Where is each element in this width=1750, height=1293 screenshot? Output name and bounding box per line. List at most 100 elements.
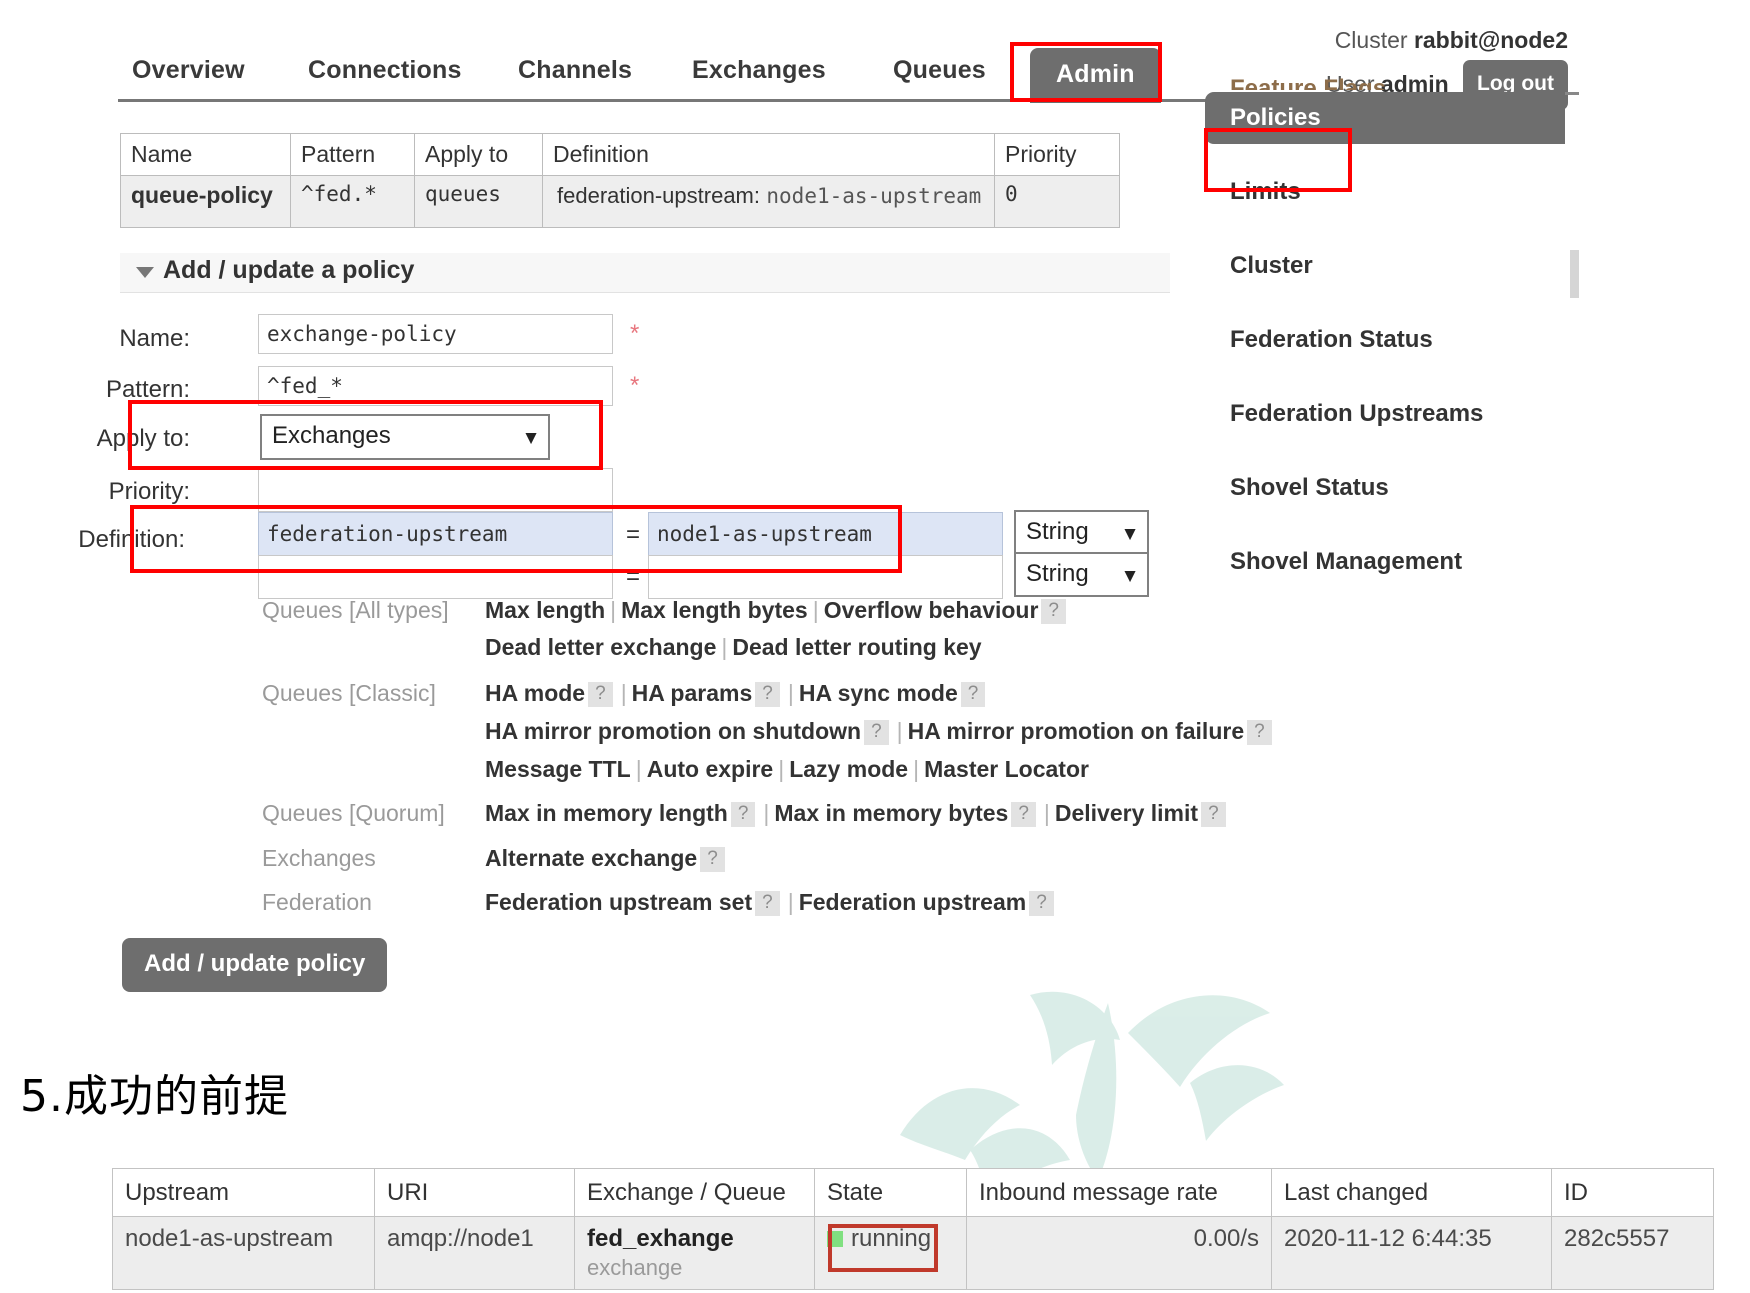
apply-to-select-value: Exchanges (272, 422, 391, 449)
help-icon[interactable]: ? (755, 891, 780, 916)
hint-link-max-in-memory-length[interactable]: Max in memory length (485, 800, 728, 826)
help-icon[interactable]: ? (1029, 891, 1054, 916)
definition-key-input-1[interactable] (258, 512, 613, 556)
help-icon[interactable]: ? (1247, 720, 1272, 745)
chevron-down-icon: ▾ (1124, 564, 1135, 586)
hint-separator: | (721, 634, 728, 660)
hint-link-ha-mode[interactable]: HA mode (485, 680, 585, 706)
name-input[interactable] (258, 314, 613, 354)
hint-link-max-length[interactable]: Max length (485, 597, 605, 623)
help-icon[interactable]: ? (1201, 802, 1226, 827)
table-row[interactable]: node1-as-upstream amqp://node1 fed_exhan… (112, 1216, 1714, 1290)
hint-link-ha-mirror-promotion-failure[interactable]: HA mirror promotion on failure (908, 718, 1245, 744)
admin-sidebar: Feature Flags Policies Limits Cluster Fe… (1205, 76, 1565, 610)
table-header-row: Upstream URI Exchange / Queue State Inbo… (112, 1168, 1714, 1217)
cell-policy-apply-to: queues (414, 175, 543, 228)
hint-row-queues-classic-1: HA mode? | HA params? | HA sync mode? (485, 680, 988, 707)
sidebar-item-cluster[interactable]: Cluster (1205, 240, 1565, 292)
hint-link-federation-upstream-set[interactable]: Federation upstream set (485, 889, 752, 915)
col-state[interactable]: State (814, 1168, 967, 1217)
col-uri[interactable]: URI (374, 1168, 575, 1217)
nav-item-admin[interactable]: Admin (1030, 48, 1161, 103)
hint-link-alternate-exchange[interactable]: Alternate exchange (485, 845, 697, 871)
help-icon[interactable]: ? (960, 682, 986, 707)
add-policy-section-title: Add / update a policy (163, 256, 415, 284)
hint-link-lazy-mode[interactable]: Lazy mode (789, 756, 908, 782)
sidebar-scrollbar[interactable] (1570, 250, 1579, 298)
nav-item-queues[interactable]: Queues (893, 56, 986, 85)
col-pattern[interactable]: Pattern (290, 133, 415, 176)
hint-link-delivery-limit[interactable]: Delivery limit (1055, 800, 1198, 826)
pattern-input[interactable] (258, 366, 613, 406)
priority-label: Priority: (108, 478, 190, 505)
col-id[interactable]: ID (1551, 1168, 1714, 1217)
definition-value-input-2[interactable] (648, 555, 1003, 599)
hint-link-overflow-behaviour[interactable]: Overflow behaviour (824, 597, 1039, 623)
apply-to-select[interactable]: Exchanges ▾ (260, 414, 550, 460)
hint-link-auto-expire[interactable]: Auto expire (647, 756, 774, 782)
help-icon[interactable]: ? (1011, 802, 1036, 827)
col-definition[interactable]: Definition (542, 133, 995, 176)
chevron-down-icon[interactable] (136, 267, 154, 278)
cell-uri: amqp://node1 (374, 1216, 575, 1290)
help-icon[interactable]: ? (700, 847, 725, 872)
cell-last-changed: 2020-11-12 6:44:35 (1271, 1216, 1552, 1290)
sidebar-item-federation-status[interactable]: Federation Status (1205, 314, 1565, 366)
hint-separator: | (778, 756, 785, 782)
hint-link-message-ttl[interactable]: Message TTL (485, 756, 631, 782)
page-root: Overview Connections Channels Exchanges … (0, 0, 1750, 1293)
nav-item-channels[interactable]: Channels (518, 56, 632, 85)
sidebar-item-limits[interactable]: Limits (1205, 166, 1565, 218)
hint-separator: | (787, 680, 794, 706)
hint-link-ha-mirror-promotion-shutdown[interactable]: HA mirror promotion on shutdown (485, 718, 861, 744)
hint-link-max-in-memory-bytes[interactable]: Max in memory bytes (774, 800, 1008, 826)
sidebar-item-shovel-status[interactable]: Shovel Status (1205, 462, 1565, 514)
hint-separator: | (787, 889, 794, 915)
chevron-down-icon: ▾ (1124, 522, 1135, 544)
hint-link-max-length-bytes[interactable]: Max length bytes (621, 597, 808, 623)
col-last-changed[interactable]: Last changed (1271, 1168, 1552, 1217)
sidebar-item-shovel-management[interactable]: Shovel Management (1205, 536, 1565, 588)
help-icon[interactable]: ? (864, 720, 889, 745)
help-icon[interactable]: ? (588, 682, 613, 707)
nav-item-connections[interactable]: Connections (308, 56, 462, 85)
table-row[interactable]: queue-policy ^fed.* queues federation-up… (120, 175, 1120, 228)
sidebar-item-policies[interactable]: Policies (1205, 92, 1565, 144)
definition-value: node1-as-upstream (766, 184, 982, 208)
help-icon[interactable]: ? (1041, 599, 1066, 624)
definition-key-input-2[interactable] (258, 555, 613, 599)
col-inbound-rate[interactable]: Inbound message rate (966, 1168, 1272, 1217)
hint-row-queues-all-1: Max length | Max length bytes | Overflow beh… (485, 597, 1069, 624)
col-exchange-queue[interactable]: Exchange / Queue (574, 1168, 815, 1217)
definition-type-select-2[interactable]: String ▾ (1014, 552, 1149, 597)
col-upstream[interactable]: Upstream (112, 1168, 375, 1217)
priority-input[interactable] (258, 468, 613, 512)
hint-separator: | (896, 718, 903, 744)
hint-separator: | (1043, 800, 1050, 826)
hint-link-federation-upstream[interactable]: Federation upstream (799, 889, 1027, 915)
hint-link-dead-letter-routing-key[interactable]: Dead letter routing key (732, 634, 981, 660)
pattern-label: Pattern: (105, 376, 190, 403)
add-update-policy-button[interactable]: Add / update policy (122, 938, 388, 992)
definition-type-select-1[interactable]: String ▾ (1014, 510, 1149, 555)
hint-link-dead-letter-exchange[interactable]: Dead letter exchange (485, 634, 716, 660)
col-apply-to[interactable]: Apply to (414, 133, 543, 176)
hint-link-ha-sync-mode[interactable]: HA sync mode (799, 680, 958, 706)
exchange-kind: exchange (587, 1255, 683, 1280)
help-icon[interactable]: ? (730, 802, 756, 827)
col-name[interactable]: Name (120, 133, 291, 176)
definition-value-input-1[interactable] (648, 512, 1003, 556)
name-required-marker: * (630, 320, 640, 347)
chevron-down-icon: ▾ (525, 426, 536, 449)
status-dot-icon (827, 1231, 843, 1247)
hint-link-master-locator[interactable]: Master Locator (924, 756, 1089, 782)
sidebar-item-feature-flags[interactable]: Feature Flags (1230, 76, 1386, 90)
hint-category-queues-quorum: Queues [Quorum] (262, 800, 445, 826)
nav-item-exchanges[interactable]: Exchanges (692, 56, 826, 85)
hint-row-queues-all-2: Dead letter exchange | Dead letter routing… (485, 634, 982, 661)
nav-item-overview[interactable]: Overview (132, 56, 245, 85)
help-icon[interactable]: ? (755, 682, 780, 707)
hint-link-ha-params[interactable]: HA params (632, 680, 753, 706)
sidebar-item-federation-upstreams[interactable]: Federation Upstreams (1205, 388, 1565, 440)
col-priority[interactable]: Priority (994, 133, 1120, 176)
